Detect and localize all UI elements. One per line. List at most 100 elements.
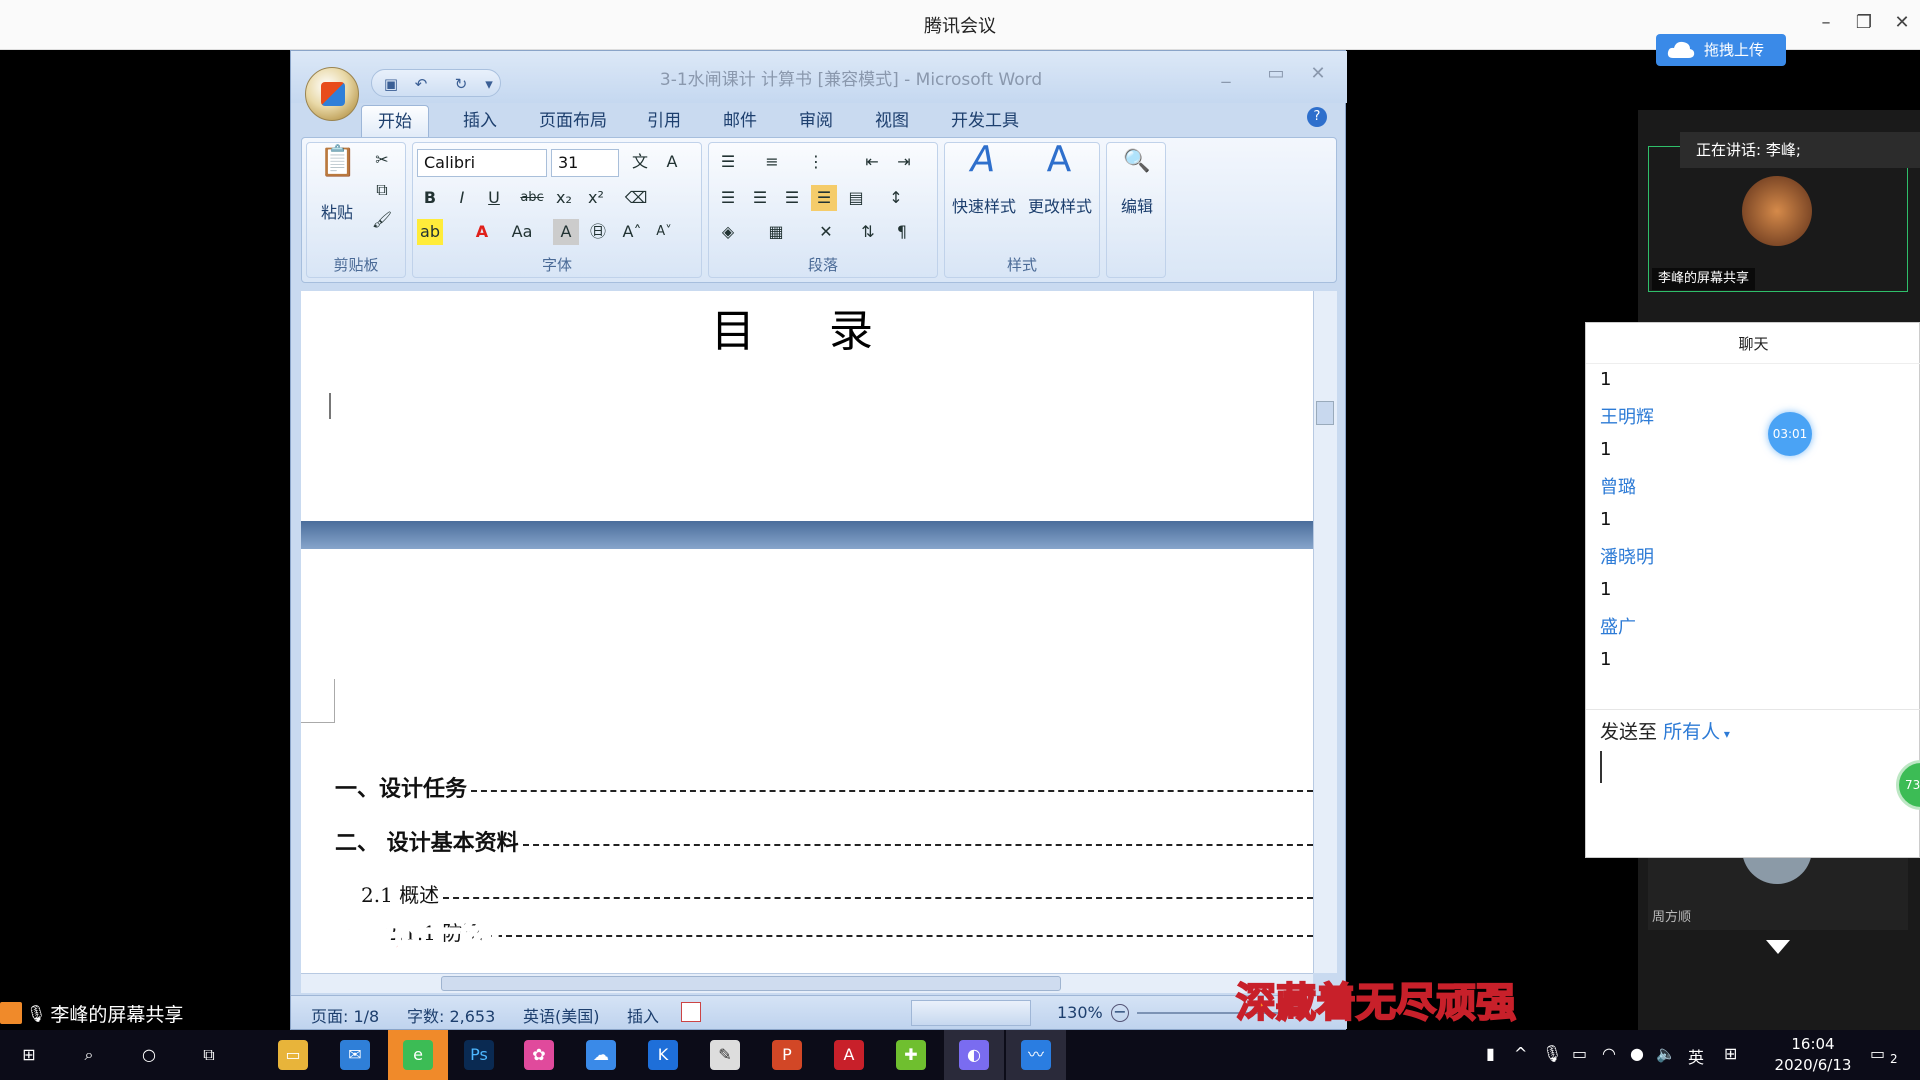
change-case-icon[interactable]: Aa [509, 219, 535, 245]
microphone-icon[interactable]: 🎙 [1542, 1044, 1562, 1063]
bullets-icon[interactable]: ☰ [715, 149, 741, 175]
tab-page-layout[interactable]: 页面布局 [523, 105, 623, 137]
justify-icon[interactable]: ☰ [811, 185, 837, 211]
save-icon[interactable]: ▣ [382, 75, 400, 93]
grow-font-icon[interactable]: A˄ [619, 219, 645, 245]
clear-format-icon[interactable]: ⌫ [623, 185, 649, 211]
close-button[interactable]: ✕ [1890, 12, 1914, 36]
distributed-icon[interactable]: ▤ [843, 185, 869, 211]
ime-indicator[interactable]: 英 [1688, 1044, 1704, 1068]
quick-styles-icon[interactable]: A [963, 142, 1003, 191]
show-hidden-icons[interactable]: ^ [1514, 1044, 1527, 1063]
word-maximize-button[interactable]: ▭ [1261, 63, 1291, 84]
font-color-icon[interactable]: A [469, 219, 495, 245]
paste-icon[interactable]: 📋 [319, 147, 356, 193]
network-icon[interactable]: ◠ [1602, 1044, 1616, 1063]
caret-down-icon[interactable]: ▾ [1720, 727, 1730, 741]
superscript-button[interactable]: x² [583, 185, 609, 211]
font-size-combo[interactable]: 31 [551, 149, 619, 177]
align-right-icon[interactable]: ☰ [779, 185, 805, 211]
view-buttons[interactable] [911, 1000, 1031, 1026]
edit-label[interactable]: 编辑 [1107, 193, 1167, 217]
change-styles-label[interactable]: 更改样式 [1023, 193, 1097, 217]
restore-button[interactable]: ❐ [1852, 12, 1876, 36]
word-close-button[interactable]: ✕ [1303, 63, 1333, 84]
redo-icon[interactable]: ↻ [452, 75, 470, 93]
timer-badge[interactable]: 03:01 [1768, 412, 1812, 456]
tray-app-icon[interactable]: ● [1630, 1044, 1644, 1063]
plus-app-icon[interactable]: ✚ [896, 1040, 926, 1070]
cortana-icon[interactable]: ○ [134, 1040, 164, 1070]
numbering-icon[interactable]: ≡ [759, 149, 785, 175]
chat-sender[interactable]: 潘晓明 [1600, 543, 1654, 569]
windows-start-icon[interactable]: ⊞ [14, 1040, 44, 1070]
vertical-scrollbar[interactable] [1313, 291, 1337, 973]
multilevel-list-icon[interactable]: ⋮ [803, 149, 829, 175]
decrease-indent-icon[interactable]: ⇤ [859, 149, 885, 175]
strikethrough-button[interactable]: abc [519, 185, 545, 211]
underline-button[interactable]: U [481, 185, 507, 211]
notifications-icon[interactable]: ▭ [1870, 1044, 1885, 1063]
customize-qat-icon[interactable]: ▾ [480, 75, 498, 93]
highlight-icon[interactable]: ab [417, 219, 443, 245]
zoom-level[interactable]: 130% [1057, 1003, 1103, 1022]
align-left-icon[interactable]: ☰ [715, 185, 741, 211]
send-to-selector[interactable]: 发送至 所有人 ▾ [1600, 717, 1730, 744]
tab-insert[interactable]: 插入 [447, 105, 513, 137]
shrink-font-icon[interactable]: A˅ [651, 219, 677, 245]
power-icon[interactable]: ▭ [1572, 1044, 1587, 1063]
quick-styles-label[interactable]: 快速样式 [947, 193, 1021, 217]
ime-mode-icon[interactable]: ⊞ [1724, 1044, 1737, 1063]
chat-sender[interactable]: 曾璐 [1600, 473, 1636, 499]
copy-icon[interactable]: ⧉ [369, 177, 395, 203]
task-view-icon[interactable]: ⧉ [194, 1040, 224, 1070]
chat-sender[interactable]: 盛广 [1600, 613, 1636, 639]
help-icon[interactable]: ? [1307, 107, 1327, 127]
tab-view[interactable]: 视图 [859, 105, 925, 137]
mail-icon[interactable]: ✉ [340, 1040, 370, 1070]
chevron-down-icon[interactable] [1766, 940, 1790, 954]
word-count[interactable]: 字数: 2,653 [407, 1003, 495, 1027]
language-indicator[interactable]: 英语(美国) [523, 1003, 600, 1027]
zoom-out-icon[interactable]: − [1111, 1004, 1129, 1022]
format-painter-icon[interactable]: 🖌 [369, 207, 395, 233]
cloud-app-icon[interactable]: ☁ [586, 1040, 616, 1070]
paste-label[interactable]: 粘贴 [317, 199, 357, 223]
word-minimize-button[interactable]: _ [1211, 63, 1241, 84]
pen-app-icon[interactable]: ✎ [710, 1040, 740, 1070]
chat-sender[interactable]: 王明辉 [1600, 403, 1654, 429]
phonetic-guide-icon[interactable]: 文 [627, 149, 653, 175]
increase-indent-icon[interactable]: ⇥ [891, 149, 917, 175]
enclose-char-icon[interactable]: ㊐ [585, 219, 611, 245]
sort-icon[interactable]: ⇅ [855, 219, 881, 245]
meeting-window-icon[interactable]: 〰 [1021, 1040, 1051, 1070]
horizontal-scroll-thumb[interactable] [441, 976, 1061, 991]
powerpoint-icon[interactable]: P [772, 1040, 802, 1070]
shading-icon[interactable]: ◈ [715, 219, 741, 245]
align-center-icon[interactable]: ☰ [747, 185, 773, 211]
binoculars-icon[interactable]: 🔍 [1123, 149, 1150, 175]
acrobat-icon[interactable]: A [834, 1040, 864, 1070]
subscript-button[interactable]: x₂ [551, 185, 577, 211]
battery-icon[interactable]: ▮ [1486, 1044, 1495, 1063]
macro-record-icon[interactable] [681, 1002, 701, 1022]
send-to-target[interactable]: 所有人 [1663, 721, 1720, 743]
toc-entry[interactable]: 2.1 概述 [361, 879, 1313, 908]
drag-upload-button[interactable]: 拖拽上传 [1656, 34, 1786, 66]
tab-references[interactable]: 引用 [631, 105, 697, 137]
document-area[interactable]: 目 录 一、设计任务 二、 设计基本资料 2.1 概述 2.1.1 防汛 [301, 291, 1313, 973]
cut-icon[interactable]: ✂ [369, 147, 395, 173]
browser-icon[interactable]: e [403, 1040, 433, 1070]
borders-icon[interactable]: ▦ [763, 219, 789, 245]
char-shading-icon[interactable]: A [553, 219, 579, 245]
tencent-meeting-app-icon[interactable]: ◐ [959, 1040, 989, 1070]
toc-entry[interactable]: 二、 设计基本资料 [335, 825, 1313, 857]
volume-icon[interactable]: 🔈 [1656, 1044, 1676, 1063]
vertical-scroll-thumb[interactable] [1316, 401, 1334, 425]
tab-review[interactable]: 审阅 [783, 105, 849, 137]
toc-entry[interactable]: 一、设计任务 [335, 771, 1313, 803]
line-spacing-icon[interactable]: ↕ [883, 185, 909, 211]
minimize-button[interactable]: – [1814, 12, 1838, 36]
char-border-icon[interactable]: A [659, 149, 685, 175]
chat-input[interactable] [1600, 751, 1602, 783]
